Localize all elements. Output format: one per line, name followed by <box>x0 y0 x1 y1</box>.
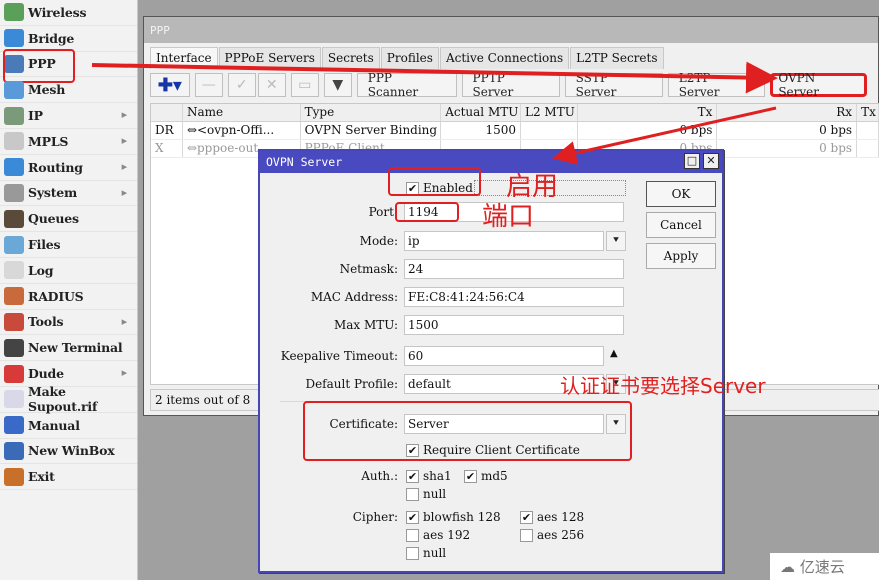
annotation-arrows <box>91 61 778 165</box>
watermark-text: 亿速云 <box>799 558 845 576</box>
arrow-ppp-to-ovpn <box>91 61 778 94</box>
arrow-ovpn-to-dialog <box>552 106 777 165</box>
cloud-logo-icon: ☁ <box>780 558 800 576</box>
watermark: ☁ 亿速云 <box>770 553 879 580</box>
